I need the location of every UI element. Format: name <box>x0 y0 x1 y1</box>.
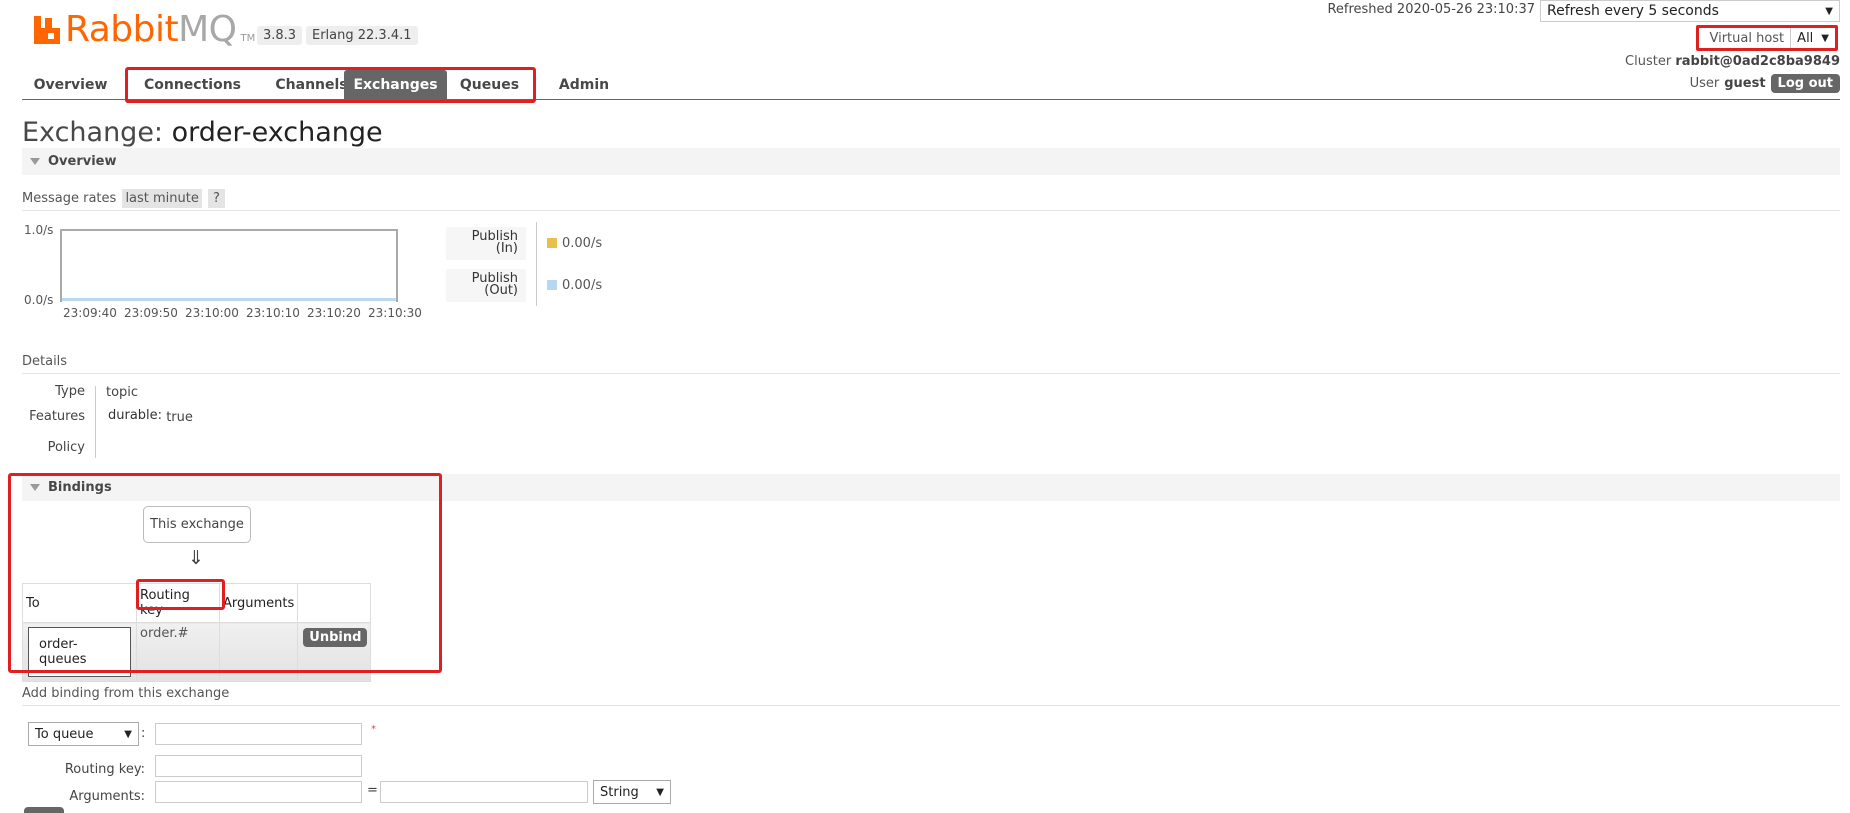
binding-destination-type-select[interactable]: To queue ▼ <box>28 722 139 746</box>
required-mark: * <box>371 724 376 735</box>
virtual-host-selector: Virtual host All ▼ <box>1696 25 1838 51</box>
logo-text-mq: MQ <box>178 9 237 50</box>
overview-section-toggle[interactable]: Overview <box>22 148 1840 175</box>
page-title: Exchange: order-exchange <box>22 117 383 148</box>
routing-key-label: Routing key: <box>64 762 145 777</box>
legend-swatch-publish-in <box>547 238 557 248</box>
legend-label-line2: (In) <box>495 241 518 256</box>
x-tick-label: 23:10:00 <box>185 306 239 320</box>
overview-section-label: Overview <box>48 154 117 169</box>
details-divider <box>95 386 96 458</box>
message-rates-chart <box>60 229 398 302</box>
x-tick-label: 23:10:30 <box>368 306 422 320</box>
bindings-annotation-highlight <box>8 473 442 673</box>
add-binding-header: Add binding from this exchange <box>22 686 1840 706</box>
refresh-interval-value: Refresh every 5 seconds <box>1547 3 1719 19</box>
dropdown-arrow-icon: ▼ <box>1821 32 1829 44</box>
legend-swatch-publish-out <box>547 280 557 290</box>
rabbitmq-logo-icon <box>34 16 62 44</box>
features-value: durable: true <box>108 408 193 425</box>
bind-button[interactable] <box>24 807 64 813</box>
legend-divider <box>536 222 537 306</box>
binding-destination-input[interactable] <box>155 723 362 745</box>
legend-label-line2: (Out) <box>484 283 518 298</box>
y-tick-label: 1.0/s <box>24 223 54 237</box>
rates-range-selector[interactable]: last minute <box>122 189 202 208</box>
x-tick-label: 23:09:50 <box>124 306 178 320</box>
rabbitmq-logo[interactable]: Rabbit MQ TM <box>34 8 255 48</box>
argument-type-value: String <box>600 784 639 800</box>
legend-value-publish-out: 0.00/s <box>562 278 603 293</box>
exchange-name: order-exchange <box>171 117 383 148</box>
refresh-interval-select[interactable]: Refresh every 5 seconds ▼ <box>1540 0 1840 22</box>
legend-value-publish-in: 0.00/s <box>562 236 603 251</box>
dropdown-arrow-icon: ▼ <box>1825 5 1833 17</box>
legend-publish-in-label[interactable]: Publish (In) <box>446 227 526 260</box>
collapse-triangle-icon <box>30 158 40 165</box>
virtual-host-value: All <box>1797 30 1814 46</box>
equals-sign: = <box>367 783 378 798</box>
logo-trademark: TM <box>240 33 256 44</box>
x-tick-label: 23:09:40 <box>63 306 117 320</box>
tab-overview[interactable]: Overview <box>22 70 119 100</box>
x-tick-label: 23:10:20 <box>307 306 361 320</box>
x-tick-label: 23:10:10 <box>246 306 300 320</box>
type-value: topic <box>106 385 139 400</box>
details-header: Details <box>22 354 1840 374</box>
nav-annotation-highlight <box>125 67 536 103</box>
policy-label: Policy <box>47 440 85 455</box>
page-title-prefix: Exchange: <box>22 117 164 148</box>
y-tick-label: 0.0/s <box>24 293 54 307</box>
logo-text-rabbit: Rabbit <box>65 9 179 50</box>
virtual-host-select[interactable]: All ▼ <box>1790 28 1835 48</box>
tab-admin[interactable]: Admin <box>544 70 624 100</box>
argument-value-input[interactable] <box>380 781 588 803</box>
argument-type-select[interactable]: String ▼ <box>593 780 671 804</box>
dropdown-arrow-icon: ▼ <box>124 728 132 740</box>
feature-key: durable: <box>108 408 163 423</box>
chart-series-baseline <box>60 298 398 301</box>
message-rates-header: Message rates last minute ? <box>22 189 1840 211</box>
features-label: Features <box>29 409 85 424</box>
argument-key-input[interactable] <box>155 781 362 803</box>
type-label: Type <box>55 384 85 399</box>
virtual-host-label: Virtual host <box>1709 30 1785 46</box>
erlang-version-badge: Erlang 22.3.4.1 <box>306 26 418 45</box>
destination-type-value: To queue <box>35 726 94 742</box>
cluster-info: Cluster rabbit@0ad2c8ba9849 <box>1625 54 1840 69</box>
legend-publish-out-label[interactable]: Publish (Out) <box>446 269 526 302</box>
destination-colon: : <box>141 726 146 741</box>
feature-value: true <box>166 410 193 425</box>
cluster-name: rabbit@0ad2c8ba9849 <box>1675 54 1840 69</box>
rates-help-button[interactable]: ? <box>208 189 225 208</box>
message-rates-label: Message rates <box>22 191 117 206</box>
version-badge: 3.8.3 <box>257 26 303 45</box>
routing-key-input[interactable] <box>155 755 362 777</box>
dropdown-arrow-icon: ▼ <box>656 786 664 798</box>
cluster-label: Cluster <box>1625 54 1672 69</box>
refreshed-timestamp: Refreshed 2020-05-26 23:10:37 <box>1327 2 1535 17</box>
arguments-label: Arguments: <box>69 789 145 804</box>
